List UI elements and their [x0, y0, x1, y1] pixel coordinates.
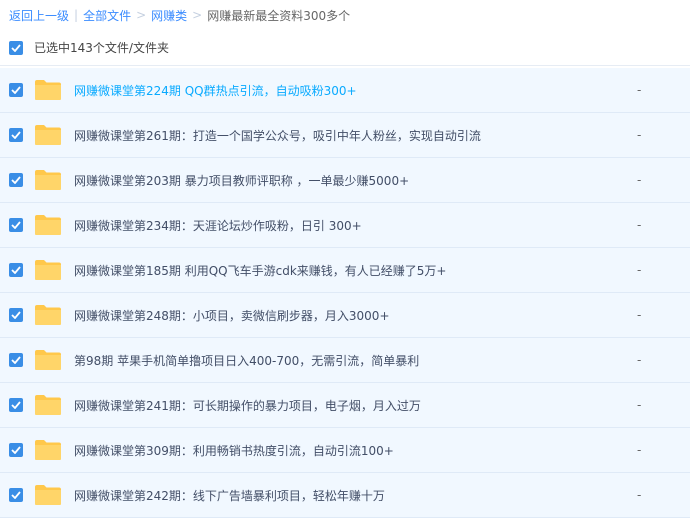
file-checkbox[interactable]: [9, 398, 23, 412]
file-name[interactable]: 网赚微课堂第185期 利用QQ飞车手游cdk来赚钱，有人已经赚了5万+: [74, 262, 446, 279]
check-icon: [11, 176, 21, 184]
file-size: -: [637, 128, 642, 142]
file-size: -: [637, 443, 642, 457]
folder-icon: [35, 260, 61, 280]
file-row[interactable]: 网赚微课堂第224期 QQ群热点引流，自动吸粉300+ -: [0, 68, 690, 113]
file-name[interactable]: 网赚微课堂第309期：利用畅销书热度引流，自动引流100+: [74, 442, 394, 459]
file-checkbox[interactable]: [9, 218, 23, 232]
folder-icon: [35, 440, 61, 460]
file-checkbox[interactable]: [9, 308, 23, 322]
select-all-checkbox[interactable]: [9, 40, 23, 55]
file-name[interactable]: 网赚微课堂第248期：小项目，卖微信刷步器，月入3000+: [74, 307, 390, 324]
file-size: -: [637, 83, 642, 97]
selection-bar: 已选中143个文件/文件夹: [0, 30, 690, 66]
file-row[interactable]: 网赚微课堂第242期：线下广告墙暴利项目，轻松年赚十万 -: [0, 473, 690, 518]
folder-icon: [35, 125, 61, 145]
file-size: -: [637, 218, 642, 232]
file-name[interactable]: 网赚微课堂第261期：打造一个国学公众号，吸引中年人粉丝，实现自动引流: [74, 127, 481, 144]
file-list: 网赚微课堂第224期 QQ群热点引流，自动吸粉300+ - 网赚微课堂第261期：打…: [0, 68, 690, 518]
folder-icon: [35, 170, 61, 190]
file-size: -: [637, 353, 642, 367]
breadcrumb-separator: >: [136, 8, 147, 22]
file-checkbox[interactable]: [9, 128, 23, 142]
check-icon: [11, 491, 21, 499]
check-icon: [11, 311, 21, 319]
file-checkbox[interactable]: [9, 488, 23, 502]
check-icon: [11, 131, 21, 139]
folder-icon: [35, 215, 61, 235]
file-row[interactable]: 网赚微课堂第309期：利用畅销书热度引流，自动引流100+ -: [0, 428, 690, 473]
all-files-link[interactable]: 全部文件: [83, 7, 131, 24]
check-icon: [11, 86, 21, 94]
file-size: -: [637, 173, 642, 187]
file-name[interactable]: 网赚微课堂第241期：可长期操作的暴力项目，电子烟，月入过万: [74, 397, 421, 414]
check-icon: [11, 446, 21, 454]
file-row[interactable]: 网赚微课堂第248期：小项目，卖微信刷步器，月入3000+ -: [0, 293, 690, 338]
check-icon: [11, 401, 21, 409]
file-row[interactable]: 第98期 苹果手机简单撸项目日入400-700，无需引流，简单暴利 -: [0, 338, 690, 383]
check-icon: [11, 356, 21, 364]
back-link[interactable]: 返回上一级: [9, 7, 69, 24]
check-icon: [11, 266, 21, 274]
file-checkbox[interactable]: [9, 173, 23, 187]
breadcrumb-separator: |: [74, 8, 79, 22]
breadcrumb-separator: >: [192, 8, 203, 22]
folder-icon: [35, 80, 61, 100]
file-row[interactable]: 网赚微课堂第241期：可长期操作的暴力项目，电子烟，月入过万 -: [0, 383, 690, 428]
current-folder: 网赚最新最全资料300多个: [207, 8, 351, 23]
file-checkbox[interactable]: [9, 83, 23, 97]
check-icon: [11, 221, 21, 229]
file-row[interactable]: 网赚微课堂第185期 利用QQ飞车手游cdk来赚钱，有人已经赚了5万+ -: [0, 248, 690, 293]
file-checkbox[interactable]: [9, 353, 23, 367]
file-row[interactable]: 网赚微课堂第234期：天涯论坛炒作吸粉，日引 300+ -: [0, 203, 690, 248]
file-checkbox[interactable]: [9, 443, 23, 457]
category-link[interactable]: 网赚类: [151, 7, 187, 24]
file-size: -: [637, 263, 642, 277]
file-name[interactable]: 网赚微课堂第224期 QQ群热点引流，自动吸粉300+: [74, 82, 357, 99]
folder-icon: [35, 350, 61, 370]
file-name[interactable]: 网赚微课堂第242期：线下广告墙暴利项目，轻松年赚十万: [74, 487, 385, 504]
file-name[interactable]: 网赚微课堂第203期 暴力项目教师评职称 ，一单最少赚5000+: [74, 172, 409, 189]
file-row[interactable]: 网赚微课堂第203期 暴力项目教师评职称 ，一单最少赚5000+ -: [0, 158, 690, 203]
file-size: -: [637, 398, 642, 412]
check-icon: [11, 43, 21, 52]
folder-icon: [35, 305, 61, 325]
selection-count-label: 已选中143个文件/文件夹: [34, 41, 169, 55]
folder-icon: [35, 395, 61, 415]
file-size: -: [637, 308, 642, 322]
file-name[interactable]: 第98期 苹果手机简单撸项目日入400-700，无需引流，简单暴利: [74, 352, 419, 369]
file-row[interactable]: 网赚微课堂第261期：打造一个国学公众号，吸引中年人粉丝，实现自动引流 -: [0, 113, 690, 158]
breadcrumb: 返回上一级 | 全部文件 > 网赚类 > 网赚最新最全资料300多个: [0, 0, 690, 30]
file-name[interactable]: 网赚微课堂第234期：天涯论坛炒作吸粉，日引 300+: [74, 217, 362, 234]
file-size: -: [637, 488, 642, 502]
folder-icon: [35, 485, 61, 505]
file-checkbox[interactable]: [9, 263, 23, 277]
